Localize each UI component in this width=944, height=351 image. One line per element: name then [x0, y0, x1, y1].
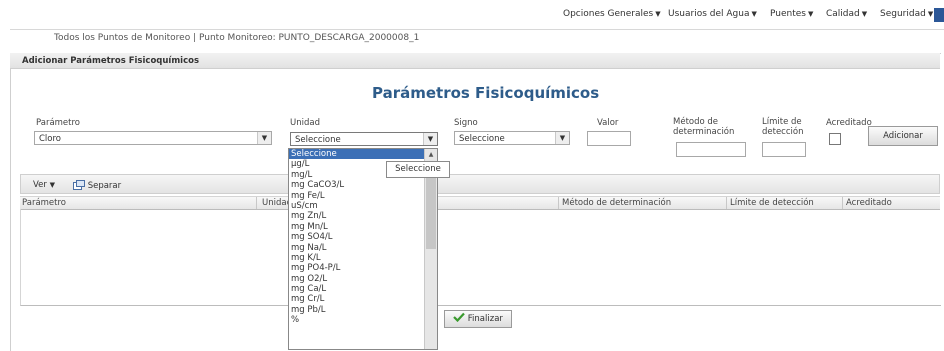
signo-label: Signo: [454, 118, 478, 128]
dropdown-option[interactable]: mg Mn/L: [289, 222, 437, 232]
unidad-dropdown-list[interactable]: Seleccione µg/L mg/L mg CaCO3/L mg Fe/L …: [288, 148, 438, 350]
menu-usuarios-del-agua[interactable]: Usuarios del Agua ▼: [668, 9, 757, 19]
column-acreditado[interactable]: Acreditado: [846, 198, 892, 208]
menu-puentes[interactable]: Puentes ▼: [770, 9, 813, 19]
panel-title: Adicionar Parámetros Fisicoquímicos: [22, 56, 200, 66]
parametro-select[interactable]: Cloro ▼: [34, 131, 272, 145]
checkmark-icon: [453, 312, 465, 323]
dropdown-option[interactable]: Seleccione: [289, 149, 437, 160]
detach-icon: [73, 180, 85, 190]
parametro-label: Parámetro: [36, 118, 81, 128]
finalizar-button[interactable]: Finalizar: [444, 310, 512, 328]
unidad-select-value: Seleccione: [295, 135, 341, 145]
column-separator: [842, 197, 843, 209]
column-limite[interactable]: Límite de detección: [730, 198, 814, 208]
dropdown-option[interactable]: mg CaCO3/L: [289, 180, 437, 190]
dropdown-option[interactable]: mg K/L: [289, 253, 437, 263]
valor-label: Valor: [597, 118, 619, 128]
column-separator: [558, 197, 559, 209]
unidad-select[interactable]: Seleccione ▼: [290, 132, 438, 146]
grid-header: Parámetro Unidad Método de determinación…: [20, 196, 940, 210]
parametro-select-value: Cloro: [39, 134, 62, 144]
grid-body: [20, 209, 941, 306]
valor-input[interactable]: [587, 131, 631, 146]
chevron-down-icon: ▼: [257, 132, 271, 144]
ver-menu[interactable]: Ver ▼: [33, 180, 55, 190]
dropdown-option[interactable]: mg Zn/L: [289, 211, 437, 221]
column-separator: [726, 197, 727, 209]
dropdown-option[interactable]: mg Na/L: [289, 243, 437, 253]
dropdown-scrollbar[interactable]: ▲: [424, 149, 437, 349]
dropdown-option[interactable]: mg Ca/L: [289, 284, 437, 294]
dropdown-option[interactable]: %: [289, 315, 437, 325]
dropdown-option[interactable]: mg PO4-P/L: [289, 263, 437, 273]
top-navigation: Opciones Generales ▼ Usuarios del Agua ▼ P…: [0, 0, 944, 30]
dropdown-option[interactable]: mg Cr/L: [289, 294, 437, 304]
grid-toolbar: Ver ▼ Separar: [20, 174, 940, 194]
dropdown-option[interactable]: mg SO4/L: [289, 232, 437, 242]
menu-seguridad[interactable]: Seguridad ▼: [880, 9, 933, 19]
metodo-input[interactable]: [676, 142, 746, 157]
signo-select[interactable]: Seleccione ▼: [454, 131, 570, 145]
signo-select-value: Seleccione: [459, 134, 505, 144]
chevron-up-icon[interactable]: ▲: [426, 150, 436, 160]
column-metodo[interactable]: Método de determinación: [562, 198, 671, 208]
acreditado-label: Acreditado: [826, 118, 872, 128]
limite-label: Límite de detección: [762, 117, 804, 137]
metodo-label: Método de determinación: [673, 117, 735, 137]
dropdown-option[interactable]: mg O2/L: [289, 274, 437, 284]
menu-calidad[interactable]: Calidad ▼: [826, 9, 867, 19]
dropdown-option[interactable]: mg Fe/L: [289, 191, 437, 201]
separar-button[interactable]: Separar: [73, 180, 121, 191]
chevron-down-icon: ▼: [423, 133, 437, 145]
divider: [10, 29, 944, 30]
chevron-down-icon: ▼: [807, 10, 814, 18]
adicionar-button[interactable]: Adicionar: [868, 126, 938, 146]
chevron-down-icon: ▼: [927, 10, 934, 18]
acreditado-checkbox[interactable]: [829, 133, 841, 145]
menu-opciones-generales[interactable]: Opciones Generales ▼: [563, 9, 661, 19]
chevron-down-icon: ▼: [861, 10, 868, 18]
column-parametro[interactable]: Parámetro: [22, 198, 66, 208]
column-separator: [256, 197, 257, 209]
dropdown-option[interactable]: uS/cm: [289, 201, 437, 211]
dropdown-option[interactable]: mg Pb/L: [289, 305, 437, 315]
limite-input[interactable]: [762, 142, 806, 157]
chevron-down-icon: ▼: [655, 10, 661, 18]
unidad-label: Unidad: [290, 118, 320, 128]
logo-corner: [934, 8, 944, 22]
form-title: Parámetros Fisicoquímicos: [372, 84, 600, 102]
breadcrumb[interactable]: Todos los Puntos de Monitoreo | Punto Mo…: [54, 33, 419, 43]
chevron-down-icon: ▼: [555, 132, 569, 144]
tooltip: Seleccione: [386, 161, 450, 178]
chevron-down-icon: ▼: [49, 181, 55, 189]
chevron-down-icon: ▼: [751, 10, 757, 18]
